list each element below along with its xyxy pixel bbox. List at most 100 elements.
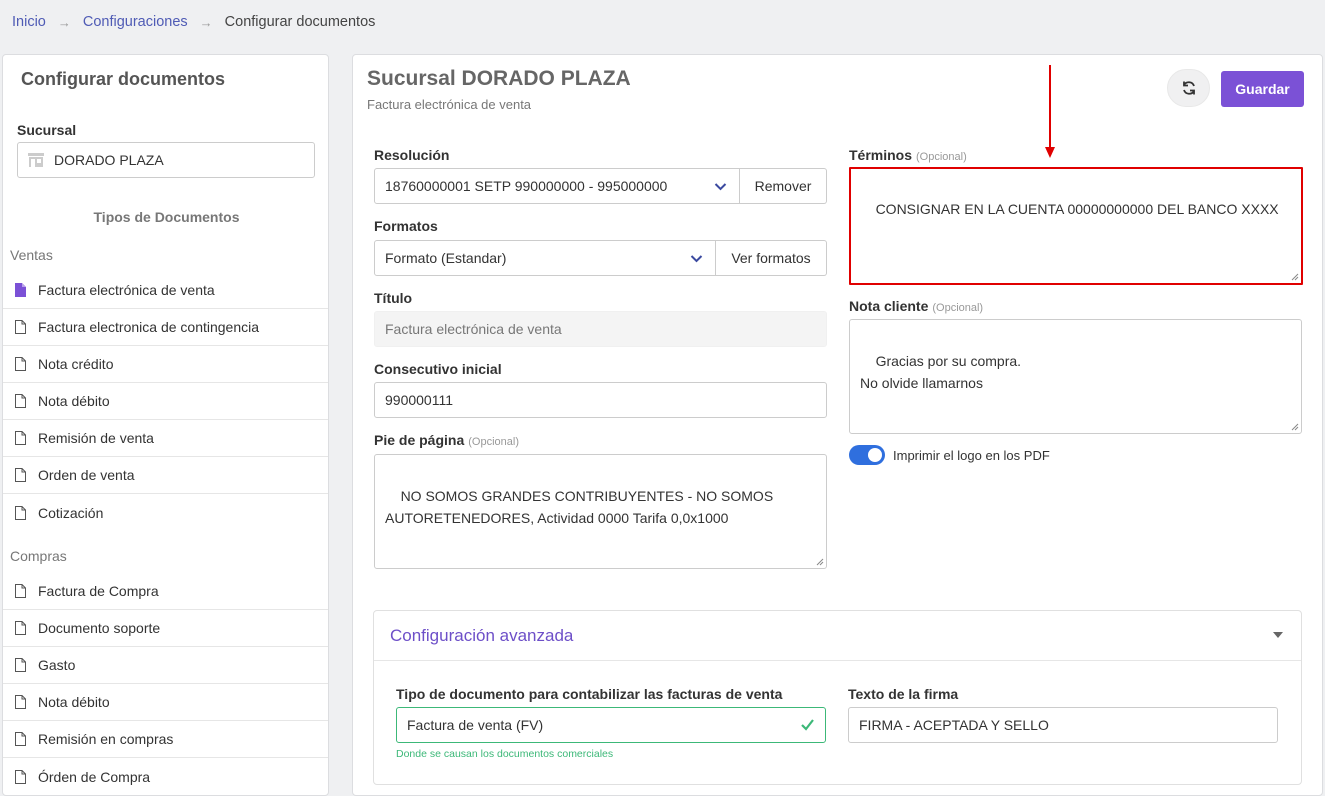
sidebar-item-label: Nota crédito — [38, 356, 114, 372]
sidebar-item-nota-debito[interactable]: Nota débito — [3, 383, 328, 420]
optional-tag: (Opcional) — [916, 151, 967, 163]
formats-label: Formatos — [374, 218, 438, 234]
title-label: Título — [374, 290, 413, 306]
terms-label: Términos (Opcional) — [849, 147, 967, 163]
sidebar-item-orden-compra[interactable]: Órden de Compra — [3, 758, 328, 795]
sidebar-item-label: Cotización — [38, 504, 104, 521]
check-icon — [801, 719, 814, 731]
file-icon — [15, 357, 26, 371]
purchases-doc-list: Factura de Compra Documento soporte Gast… — [3, 573, 328, 795]
advanced-config-header[interactable]: Configuración avanzada — [374, 611, 1301, 661]
signature-input[interactable]: FIRMA - ACEPTADA Y SELLO — [848, 707, 1278, 743]
sidebar-item-label: Nota débito — [38, 694, 110, 710]
file-icon — [15, 584, 26, 598]
client-note-text: Gracias por su compra. No olvide llamarn… — [860, 353, 1022, 391]
breadcrumb-current: Configurar documentos — [224, 14, 376, 30]
sidebar-item-documento-soporte[interactable]: Documento soporte — [3, 610, 328, 647]
sidebar-item-orden-venta[interactable]: Orden de venta — [3, 457, 328, 494]
sidebar-item-label: Factura electronica de contingencia — [38, 319, 260, 335]
sidebar-item-factura-compra[interactable]: Factura de Compra — [3, 573, 328, 610]
optional-tag: (Opcional) — [932, 302, 984, 314]
resolution-field: 18760000001 SETP 990000000 - 995000000 R… — [374, 168, 827, 204]
sidebar-item-nota-credito[interactable]: Nota crédito — [3, 346, 328, 383]
group-label-ventas: Ventas — [10, 247, 53, 263]
page-subtitle: Factura electrónica de venta — [367, 97, 532, 112]
sidebar-item-gasto[interactable]: Gasto — [3, 647, 328, 684]
resize-grip-icon[interactable] — [1291, 423, 1299, 431]
resize-grip-icon[interactable] — [816, 558, 824, 566]
signature-label: Texto de la firma — [848, 686, 959, 702]
document-types-title: Tipos de Documentos — [93, 209, 240, 225]
resize-grip-icon[interactable] — [1291, 273, 1299, 281]
footer-text: NO SOMOS GRANDES CONTRIBUYENTES - NO SOM… — [385, 488, 774, 526]
remove-resolution-button[interactable]: Remover — [740, 168, 827, 204]
client-note-label: Nota cliente (Opcional) — [849, 298, 983, 314]
doc-type-label: Tipo de documento para contabilizar las … — [396, 686, 783, 702]
sidebar-item-label: Remisión de venta — [38, 430, 154, 446]
doc-type-help: Donde se causan los documentos comercial… — [396, 748, 614, 760]
formats-field: Formato (Estandar) Ver formatos — [374, 240, 827, 276]
advanced-config-section: Configuración avanzada Tipo de documento… — [373, 610, 1302, 785]
terms-label-text: Términos — [849, 147, 913, 163]
breadcrumb-separator: → — [199, 14, 213, 30]
page-title: Sucursal DORADO PLAZA — [367, 67, 631, 90]
sidebar-item-label: Orden de venta — [38, 467, 135, 483]
view-formats-button[interactable]: Ver formatos — [716, 240, 827, 276]
file-icon — [15, 621, 26, 635]
sidebar-item-label: Remisión en compras — [38, 731, 174, 747]
file-filled-icon — [15, 283, 26, 297]
file-icon — [15, 695, 26, 709]
sidebar-item-factura-electronica-venta[interactable]: Factura electrónica de venta — [3, 272, 328, 309]
file-icon — [15, 732, 26, 746]
sales-doc-list: Factura electrónica de venta Factura ele… — [3, 272, 328, 531]
footer-textarea[interactable]: NO SOMOS GRANDES CONTRIBUYENTES - NO SOM… — [374, 454, 827, 569]
breadcrumb-settings-link[interactable]: Configuraciones — [83, 14, 188, 30]
sidebar-item-remision-venta[interactable]: Remisión de venta — [3, 420, 328, 457]
sidebar-item-label: Nota débito — [38, 393, 110, 409]
file-icon — [15, 505, 26, 520]
breadcrumb-home-link[interactable]: Inicio — [12, 14, 46, 30]
chevron-down-icon — [690, 255, 703, 263]
doc-type-select[interactable]: Factura de venta (FV) — [396, 707, 826, 743]
print-logo-label: Imprimir el logo en los PDF — [893, 448, 1050, 463]
resolution-value: 18760000001 SETP 990000000 - 995000000 — [385, 178, 668, 194]
sidebar-item-label: Factura electrónica de venta — [38, 282, 215, 298]
sidebar-item-nota-debito-compras[interactable]: Nota débito — [3, 684, 328, 721]
annotation-arrow-icon — [1045, 65, 1055, 158]
sidebar-title: Configurar documentos — [21, 69, 226, 89]
sidebar-item-label: Gasto — [38, 657, 76, 673]
client-note-textarea[interactable]: Gracias por su compra. No olvide llamarn… — [849, 319, 1302, 434]
optional-tag: (Opcional) — [468, 436, 519, 448]
footer-label: Pie de página (Opcional) — [374, 432, 519, 448]
doc-type-value: Factura de venta (FV) — [407, 717, 544, 733]
sidebar-item-label: Documento soporte — [38, 620, 161, 636]
format-select[interactable]: Formato (Estandar) — [374, 240, 716, 276]
initial-sequence-input[interactable]: 990000111 — [374, 382, 827, 418]
initial-sequence-label: Consecutivo inicial — [374, 361, 502, 377]
print-logo-toggle[interactable] — [849, 445, 885, 465]
breadcrumb-separator: → — [57, 14, 71, 30]
group-label-compras: Compras — [10, 548, 67, 564]
caret-down-icon — [1273, 632, 1283, 638]
branch-select[interactable]: DORADO PLAZA — [17, 142, 315, 178]
sidebar-item-cotizacion[interactable]: Cotización — [3, 494, 328, 531]
file-icon — [15, 468, 26, 482]
breadcrumb: Inicio → Configuraciones → Configurar do… — [12, 12, 375, 32]
advanced-config-title: Configuración avanzada — [390, 625, 574, 645]
file-icon — [15, 769, 26, 784]
refresh-button[interactable] — [1167, 69, 1210, 107]
save-button[interactable]: Guardar — [1221, 71, 1304, 107]
file-icon — [15, 431, 26, 445]
format-value: Formato (Estandar) — [385, 250, 507, 266]
resolution-select[interactable]: 18760000001 SETP 990000000 - 995000000 — [374, 168, 740, 204]
title-input[interactable]: Factura electrónica de venta — [374, 311, 827, 347]
refresh-icon — [1182, 81, 1195, 95]
sidebar-item-remision-compras[interactable]: Remisión en compras — [3, 721, 328, 758]
branch-value: DORADO PLAZA — [54, 152, 164, 168]
store-icon — [28, 153, 44, 167]
chevron-down-icon — [714, 183, 727, 191]
document-types-sidebar: Configurar documentos Sucursal DORADO PL… — [2, 54, 329, 796]
sidebar-item-factura-contingencia[interactable]: Factura electronica de contingencia — [3, 309, 328, 346]
terms-textarea[interactable]: CONSIGNAR EN LA CUENTA 00000000000 DEL B… — [849, 167, 1303, 285]
footer-label-text: Pie de página — [374, 432, 465, 448]
